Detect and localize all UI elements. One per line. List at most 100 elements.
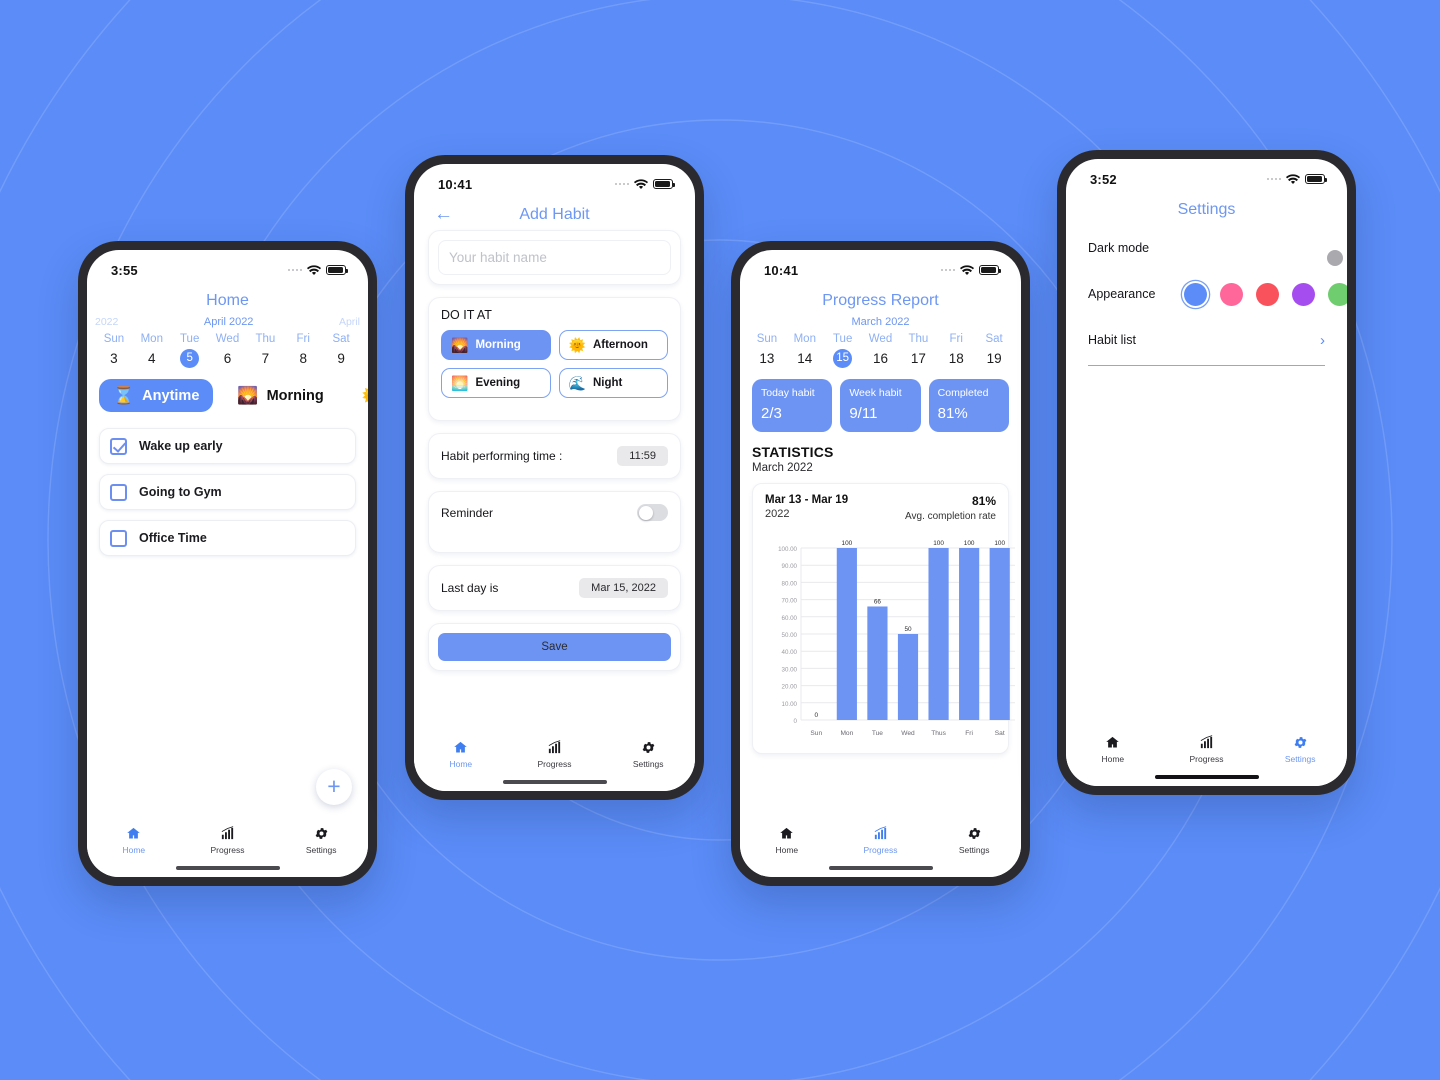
progress-screen: 10:41 Progress Report March 2022 Sun 13 M… xyxy=(740,250,1021,877)
calendar-day[interactable]: Mon 4 xyxy=(133,331,171,369)
svg-text:Mon: Mon xyxy=(840,730,853,737)
gear-icon xyxy=(1253,734,1347,751)
habit-checkbox[interactable] xyxy=(110,529,127,547)
calendar-day[interactable]: Sun 13 xyxy=(748,331,786,369)
nav-item-settings[interactable]: Settings xyxy=(601,739,695,769)
stat-card-completed[interactable]: Completed 81% xyxy=(928,379,1009,432)
habit-checkbox[interactable] xyxy=(110,483,127,501)
do-it-at-option-morning[interactable]: 🌄 Morning xyxy=(441,330,551,360)
option-label: Evening xyxy=(475,377,521,389)
sun-icon: 🌞 xyxy=(362,387,368,404)
bar-chart: 0 10.00 20.00 30.00 40.00 50.00 60.00 70.00 80.0… xyxy=(761,532,1015,747)
nav-item-progress[interactable]: Progress xyxy=(508,739,602,769)
phone-home: 3:55 Home 2022 April 2022 April Sun 3 Mon… xyxy=(78,241,377,886)
calendar-day[interactable]: Thu 17 xyxy=(899,331,937,369)
calendar-day[interactable]: Sun 3 xyxy=(95,331,133,369)
list-item[interactable]: Wake up early xyxy=(99,428,356,464)
color-swatch-pink[interactable] xyxy=(1220,282,1243,306)
stat-card-week-habit[interactable]: Week habit 9/11 xyxy=(840,379,921,432)
nav-item-settings[interactable]: Settings xyxy=(1253,734,1347,764)
nav-item-home[interactable]: Home xyxy=(87,825,181,855)
svg-text:50: 50 xyxy=(904,626,912,633)
calendar-day-selected[interactable]: Tue 5 xyxy=(171,331,209,369)
habit-list: Wake up early Going to Gym Office Time xyxy=(87,412,368,556)
calendar-day-dow: Sun xyxy=(756,333,778,345)
svg-text:Thus: Thus xyxy=(931,730,946,737)
time-of-day-chip-anytime[interactable]: ⌛ Anytime xyxy=(99,379,214,412)
last-day-card[interactable]: Last day is Mar 15, 2022 xyxy=(428,565,681,611)
back-arrow-icon[interactable]: ← xyxy=(434,205,453,224)
stat-card-today-habit[interactable]: Today habit 2/3 xyxy=(752,379,833,432)
svg-text:10.00: 10.00 xyxy=(782,701,798,708)
calendar-day-num: 18 xyxy=(948,351,964,366)
chart-icon xyxy=(508,739,602,756)
color-swatch-green[interactable] xyxy=(1328,282,1347,306)
svg-text:90.00: 90.00 xyxy=(782,563,798,570)
reminder-toggle[interactable] xyxy=(637,504,668,521)
color-swatch-red[interactable] xyxy=(1256,282,1279,306)
stat-card-row: Today habit 2/3 Week habit 9/11 Complete… xyxy=(740,369,1021,432)
last-day-value[interactable]: Mar 15, 2022 xyxy=(579,578,668,598)
time-of-day-chip-afternoon[interactable]: 🌞 Afternoon xyxy=(348,379,368,412)
calendar-day[interactable]: Fri 18 xyxy=(937,331,975,369)
performing-time-card[interactable]: Habit performing time : 11:59 xyxy=(428,433,681,479)
home-icon xyxy=(1066,734,1160,751)
nav-item-settings[interactable]: Settings xyxy=(927,825,1021,855)
calendar-month-strip: March 2022 xyxy=(740,316,1021,328)
list-item[interactable]: Going to Gym xyxy=(99,474,356,510)
habit-name-input[interactable] xyxy=(438,240,671,275)
do-it-at-option-night[interactable]: 🌊 Night xyxy=(558,368,668,398)
add-habit-fab[interactable]: + xyxy=(316,769,352,805)
calendar-day-dow: Tue xyxy=(832,333,853,345)
home-icon xyxy=(740,825,834,842)
nav-label: Settings xyxy=(958,845,990,855)
calendar-day[interactable]: Sat 9 xyxy=(322,331,360,369)
list-item[interactable]: Office Time xyxy=(99,520,356,556)
nav-item-progress[interactable]: Progress xyxy=(834,825,928,855)
reminder-card: Reminder xyxy=(428,491,681,553)
chevron-right-icon[interactable]: › xyxy=(1320,333,1325,348)
phone-settings: 3:52 Settings Dark mode Appearance Habit… xyxy=(1057,150,1356,795)
nav-item-home[interactable]: Home xyxy=(414,739,508,769)
wifi-icon xyxy=(960,264,974,275)
title-row: Home xyxy=(87,284,368,316)
option-label: Afternoon xyxy=(592,339,648,351)
calendar-day-num: 6 xyxy=(223,351,232,366)
stat-title: Completed xyxy=(937,387,989,399)
nav-label: Progress xyxy=(537,759,572,769)
sunrise-icon: 🌄 xyxy=(451,337,469,353)
status-bar: 10:41 xyxy=(740,250,1021,284)
nav-item-progress[interactable]: Progress xyxy=(1160,734,1254,764)
calendar-day[interactable]: Fri 8 xyxy=(284,331,322,369)
nav-item-progress[interactable]: Progress xyxy=(181,825,275,855)
habit-checkbox[interactable] xyxy=(110,437,127,455)
home-screen: 3:55 Home 2022 April 2022 April Sun 3 Mon… xyxy=(87,250,368,877)
do-it-at-option-evening[interactable]: 🌅 Evening xyxy=(441,368,551,398)
calendar-day-selected[interactable]: Tue 15 xyxy=(824,331,862,369)
svg-text:Sat: Sat xyxy=(995,730,1005,737)
performing-time-label: Habit performing time : xyxy=(441,449,563,463)
dark-mode-label: Dark mode xyxy=(1088,241,1150,255)
time-of-day-chip-morning[interactable]: 🌄 Morning xyxy=(223,379,337,412)
calendar-day[interactable]: Wed 16 xyxy=(862,331,900,369)
nav-label: Progress xyxy=(210,845,245,855)
nav-item-home[interactable]: Home xyxy=(740,825,834,855)
color-swatch-purple[interactable] xyxy=(1292,282,1315,306)
performing-time-value[interactable]: 11:59 xyxy=(617,446,668,466)
do-it-at-option-afternoon[interactable]: 🌞 Afternoon xyxy=(558,330,668,360)
calendar-day-strip: Sun 3 Mon 4 Tue 5 Wed 6 Thu 7 Fri 8 Sat 9 xyxy=(87,328,368,369)
calendar-day[interactable]: Thu 7 xyxy=(246,331,284,369)
page-title: Settings xyxy=(1177,201,1236,218)
setting-row-habit-list[interactable]: Habit list › xyxy=(1066,317,1347,363)
calendar-day[interactable]: Sat 19 xyxy=(975,331,1013,369)
calendar-day-dow: Sat xyxy=(332,333,350,345)
do-it-at-options: 🌄 Morning 🌞 Afternoon 🌅 Evening 🌊 Night xyxy=(429,330,680,420)
calendar-day[interactable]: Mon 14 xyxy=(786,331,824,369)
color-swatch-blue[interactable] xyxy=(1184,282,1207,306)
calendar-day[interactable]: Wed 6 xyxy=(209,331,247,369)
nav-item-settings[interactable]: Settings xyxy=(274,825,368,855)
stat-title: Week habit xyxy=(849,387,902,399)
save-button[interactable]: Save xyxy=(438,633,671,661)
battery-icon xyxy=(653,179,675,189)
nav-item-home[interactable]: Home xyxy=(1066,734,1160,764)
